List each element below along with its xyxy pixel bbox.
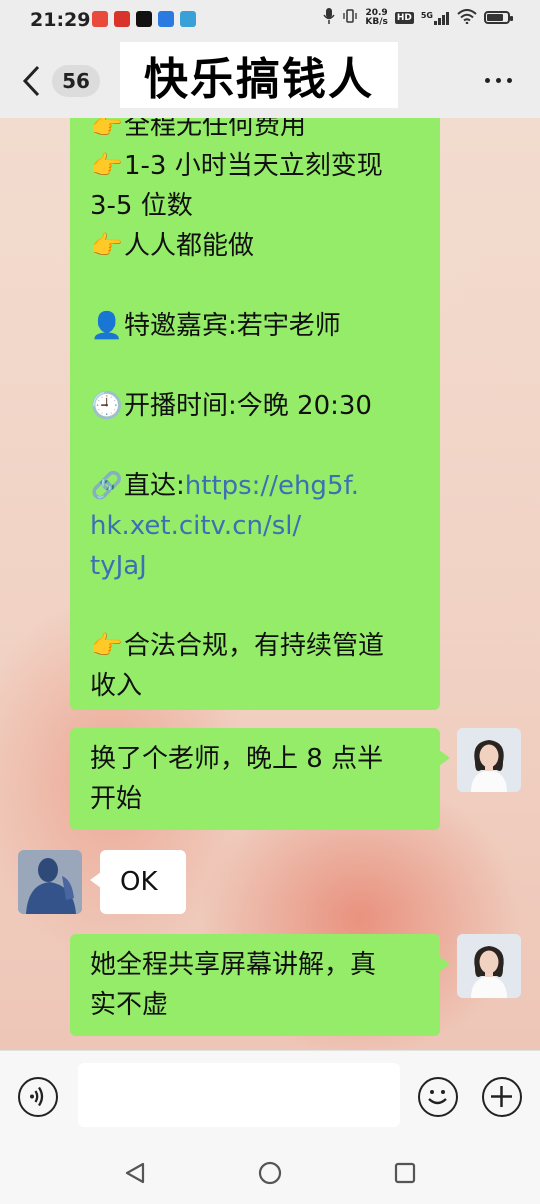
message-text-line — [90, 266, 426, 306]
message-text-line — [90, 346, 426, 386]
message-text-line: hk.xet.citv.cn/sl/ — [90, 506, 426, 546]
emoji-icon — [428, 1090, 447, 1105]
message-text-line: 👉人人都能做 — [90, 226, 426, 266]
cell-signal-icon: 5G — [421, 11, 450, 25]
message-text-line: tyJaJ — [90, 546, 426, 586]
more-dot — [485, 78, 490, 83]
more-dot — [507, 78, 512, 83]
nav-back-button[interactable] — [124, 1162, 146, 1188]
app-notification-icon — [180, 11, 196, 27]
system-navigation-bar — [0, 1144, 540, 1204]
message-text-line: 她全程共享屏幕讲解，真 — [90, 950, 377, 980]
message-text: 3-5 位数 — [90, 191, 193, 221]
message-input[interactable] — [78, 1063, 400, 1127]
message-text-line: 🔗直达:https://ehg5f. — [90, 466, 426, 506]
message-text: 开播时间:今晚 20:30 — [124, 391, 372, 421]
message-text-line — [90, 426, 426, 466]
app-notification-icon — [114, 11, 130, 27]
square-recents-icon — [394, 1162, 416, 1184]
status-indicators: 20.9 KB/s HD 5G — [323, 8, 513, 27]
emoji-icon: 🔗 — [90, 471, 124, 501]
message-text: 人人都能做 — [124, 231, 255, 261]
self-avatar[interactable] — [457, 728, 521, 792]
chat-header: 56 快乐搞钱人 — [0, 40, 540, 118]
message-link[interactable]: https://ehg5f. — [185, 471, 359, 501]
message-link[interactable]: hk.xet.citv.cn/sl/ — [90, 511, 301, 541]
signal-label: 5G — [420, 10, 433, 20]
message-bubble-self[interactable]: 换了个老师，晚上 8 点半 开始 — [70, 728, 450, 830]
emoji-icon: 🕘 — [90, 391, 124, 421]
message-text: OK — [120, 867, 158, 897]
message-link[interactable]: tyJaJ — [90, 551, 147, 581]
voice-input-button[interactable] — [18, 1077, 58, 1117]
chat-title: 快乐搞钱人 — [120, 42, 398, 108]
chevron-left-icon — [22, 65, 40, 97]
emoji-icon: 👉 — [90, 631, 124, 661]
message-bubble-self[interactable]: 👉全程无任何费用 👉1-3 小时当天立刻变现 3-5 位数 👉人人都能做 👤特邀嘉宾:若… — [70, 118, 440, 710]
message-text-line: 实不虚 — [90, 990, 169, 1020]
wifi-icon — [457, 8, 477, 27]
more-dot — [496, 78, 501, 83]
microphone-icon — [323, 8, 335, 27]
message-text: 直达: — [124, 471, 185, 501]
message-text-line: 收入 — [90, 666, 426, 706]
avatar-woman-image — [457, 728, 521, 792]
emoji-icon: 👉 — [90, 231, 124, 261]
triangle-back-icon — [125, 1162, 145, 1184]
contact-avatar[interactable] — [18, 850, 82, 914]
message-bubble-other[interactable]: OK — [90, 850, 186, 914]
tiktok-icon — [136, 11, 152, 27]
more-options-button[interactable] — [485, 78, 512, 83]
plus-icon — [491, 1086, 512, 1107]
status-bar: 21:29 20.9 KB/s HD 5G — [0, 0, 540, 40]
nav-recents-button[interactable] — [394, 1162, 416, 1188]
battery-icon — [484, 11, 513, 24]
message-text-line: 3-5 位数 — [90, 186, 426, 226]
message-text: 收入 — [90, 671, 143, 701]
emoji-icon: 👤 — [90, 311, 124, 341]
message-text-line: 开始 — [90, 784, 143, 814]
network-speed: 20.9 KB/s — [365, 8, 388, 27]
message-text-line: 👉全程无任何费用 — [90, 118, 426, 146]
message-text: 合法合规，有持续管道 — [124, 631, 385, 661]
self-avatar[interactable] — [457, 934, 521, 998]
message-text: 特邀嘉宾:若宇老师 — [124, 311, 341, 341]
message-text: 1-3 小时当天立刻变现 — [124, 151, 383, 181]
hd-badge: HD — [394, 11, 414, 24]
emoji-icon: 👉 — [90, 151, 124, 181]
circle-home-icon — [258, 1161, 282, 1185]
message-text: 全程无任何费用 — [124, 118, 307, 141]
app-notification-icon — [158, 11, 174, 27]
message-text-line: 👉1-3 小时当天立刻变现 — [90, 146, 426, 186]
chat-messages[interactable]: 👉全程无任何费用 👉1-3 小时当天立刻变现 3-5 位数 👉人人都能做 👤特邀嘉宾:若… — [0, 118, 540, 1050]
status-time: 21:29 — [30, 9, 91, 31]
vibrate-icon — [342, 8, 358, 27]
message-text-line — [90, 586, 426, 626]
back-button[interactable] — [22, 64, 42, 102]
message-bubble-self[interactable]: 她全程共享屏幕讲解，真 实不虚 — [70, 934, 450, 1036]
avatar-person-image — [18, 850, 82, 914]
voice-icon — [30, 1086, 44, 1107]
message-text-line: 👤特邀嘉宾:若宇老师 — [90, 306, 426, 346]
unread-count-badge[interactable]: 56 — [52, 65, 100, 97]
app-notification-icon — [92, 11, 108, 27]
emoji-button[interactable] — [418, 1077, 458, 1117]
message-input-bar — [0, 1050, 540, 1145]
message-text-line: 🕘开播时间:今晚 20:30 — [90, 386, 426, 426]
notification-icons — [92, 11, 196, 27]
avatar-woman-image — [457, 934, 521, 998]
add-attachment-button[interactable] — [482, 1077, 522, 1117]
message-text-line: 换了个老师，晚上 8 点半 — [90, 744, 384, 774]
message-text-line: 👉合法合规，有持续管道 — [90, 626, 426, 666]
emoji-icon: 👉 — [90, 118, 124, 141]
network-speed-unit: KB/s — [365, 16, 388, 27]
nav-home-button[interactable] — [258, 1161, 282, 1189]
